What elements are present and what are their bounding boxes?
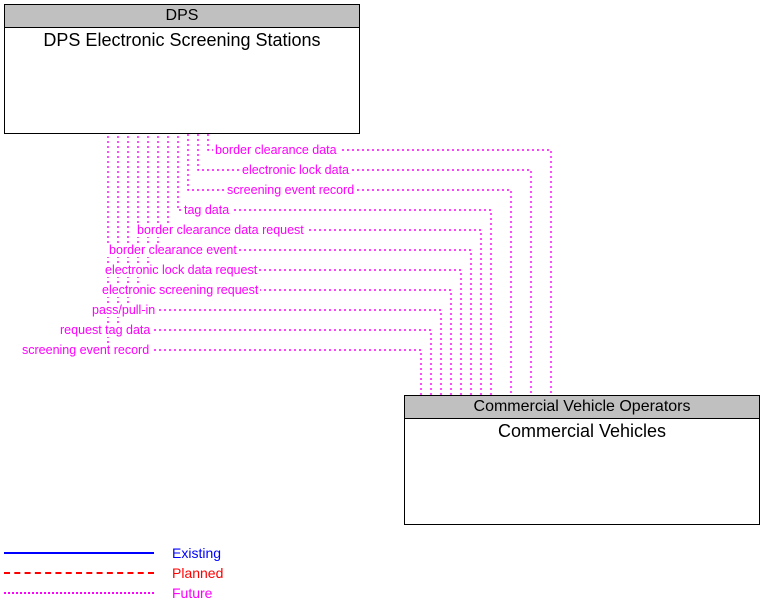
legend-row-planned: Planned xyxy=(4,563,223,583)
legend: Existing Planned Future xyxy=(4,543,223,603)
legend-label-future: Future xyxy=(172,585,212,601)
legend-row-future: Future xyxy=(4,583,223,603)
flow-label[interactable]: electronic screening request xyxy=(100,283,260,297)
node-commercial-vehicles[interactable]: Commercial Vehicle Operators Commercial … xyxy=(404,395,760,525)
legend-swatch-future xyxy=(4,592,154,594)
flow-label[interactable]: screening event record xyxy=(20,343,151,357)
flow-label[interactable]: electronic lock data xyxy=(240,163,351,177)
legend-label-existing: Existing xyxy=(172,545,221,561)
legend-row-existing: Existing xyxy=(4,543,223,563)
flow-label[interactable]: border clearance data xyxy=(213,143,339,157)
flow-label[interactable]: electronic lock data request xyxy=(103,263,259,277)
legend-swatch-planned xyxy=(4,572,154,574)
flow-label[interactable]: screening event record xyxy=(225,183,356,197)
node-dps[interactable]: DPS DPS Electronic Screening Stations xyxy=(4,4,360,134)
node-dps-header: DPS xyxy=(5,5,359,28)
legend-swatch-existing xyxy=(4,552,154,554)
flow-label[interactable]: border clearance data request xyxy=(135,223,306,237)
flow-label[interactable]: border clearance event xyxy=(107,243,239,257)
node-cv-title: Commercial Vehicles xyxy=(405,419,759,444)
flow-label[interactable]: request tag data xyxy=(58,323,152,337)
node-cv-header: Commercial Vehicle Operators xyxy=(405,396,759,419)
flow-label[interactable]: pass/pull-in xyxy=(90,303,157,317)
legend-label-planned: Planned xyxy=(172,565,223,581)
node-dps-title: DPS Electronic Screening Stations xyxy=(5,28,359,53)
flow-label[interactable]: tag data xyxy=(182,203,231,217)
